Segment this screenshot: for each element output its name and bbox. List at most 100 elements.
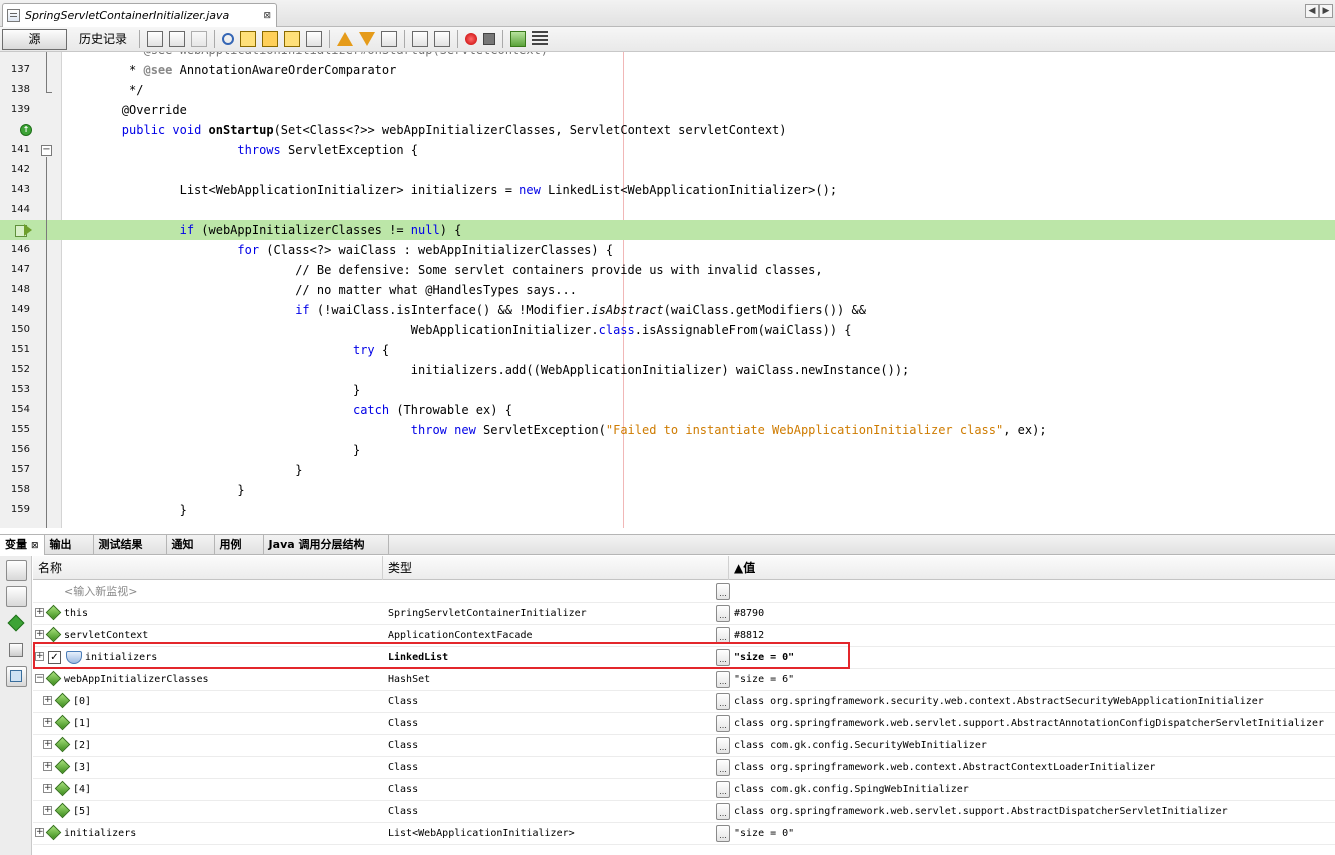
back-icon[interactable] — [169, 31, 185, 47]
history-button[interactable]: 历史记录 — [71, 29, 135, 50]
line-number: 158 — [10, 484, 30, 495]
variable-row[interactable]: + initializers List<WebApplicationInitia… — [33, 823, 1335, 845]
override-marker-icon[interactable]: ↑ — [20, 124, 32, 136]
tab-variables[interactable]: 变量 ⊠ — [0, 535, 45, 555]
evaluate-expression-icon[interactable] — [6, 640, 27, 661]
expand-icon[interactable]: + — [35, 652, 44, 661]
stop-macro-icon[interactable] — [483, 33, 495, 45]
variable-row[interactable]: + servletContext ApplicationContextFacad… — [33, 625, 1335, 647]
expand-icon[interactable]: + — [43, 762, 52, 771]
edit-value-button[interactable]: ... — [716, 671, 730, 688]
next-bookmark-icon[interactable] — [359, 32, 375, 46]
tab-output[interactable]: 输出 — [45, 535, 94, 555]
watch-row[interactable]: + ✓ initializers LinkedList ... "size = … — [33, 647, 1335, 669]
expand-icon[interactable]: + — [43, 784, 52, 793]
collapse-icon[interactable]: − — [35, 674, 44, 683]
show-values-icon[interactable] — [6, 666, 27, 687]
find-icon[interactable] — [222, 33, 234, 45]
show-inherited-icon[interactable] — [6, 586, 27, 607]
watch-checkbox[interactable]: ✓ — [48, 651, 61, 664]
edit-value-button[interactable]: ... — [716, 825, 730, 842]
close-tab-icon[interactable]: ⊠ — [31, 541, 39, 551]
fold-collapse-icon[interactable]: − — [41, 145, 52, 156]
scroll-tabs-right-icon[interactable]: ▶ — [1319, 4, 1333, 18]
edit-value-button[interactable]: ... — [716, 583, 730, 600]
variable-row[interactable]: + [3] Class ... class org.springframewor… — [33, 757, 1335, 779]
close-tab-icon[interactable]: ⊠ — [263, 11, 271, 21]
edit-value-button[interactable]: ... — [716, 803, 730, 820]
variable-row[interactable]: + [2] Class ... class com.gk.config.Secu… — [33, 735, 1335, 757]
tab-test-results[interactable]: 测试结果 — [94, 535, 167, 555]
variable-row[interactable]: − webAppInitializerClasses HashSet ... "… — [33, 669, 1335, 691]
expand-icon[interactable]: + — [35, 630, 44, 639]
variable-value[interactable]: #8790 — [734, 603, 764, 625]
record-macro-icon[interactable] — [465, 33, 477, 45]
expand-icon[interactable]: + — [35, 608, 44, 617]
shift-left-icon[interactable] — [412, 31, 428, 47]
new-watch-row[interactable]: <输入新监视> ... — [33, 581, 1335, 603]
variable-value[interactable]: "size = 0" — [734, 647, 794, 669]
expand-icon[interactable]: + — [35, 828, 44, 837]
last-edit-icon[interactable] — [147, 31, 163, 47]
variable-value[interactable]: class com.gk.config.SecurityWebInitializ… — [734, 735, 987, 757]
uncomment-icon[interactable] — [532, 31, 548, 47]
variable-value[interactable]: class org.springframework.security.web.c… — [734, 691, 1264, 713]
code-text: } — [64, 383, 361, 397]
code-editor[interactable]: * @see WebApplicationInitializer#onStart… — [0, 52, 1335, 528]
field-icon — [45, 626, 62, 643]
column-header-value[interactable]: ▲值 — [729, 556, 1335, 580]
source-button[interactable]: 源 — [2, 28, 67, 50]
scroll-tabs-left-icon[interactable]: ◀ — [1305, 4, 1319, 18]
column-header-type[interactable]: 类型 — [383, 556, 729, 580]
line-number: 139 — [10, 104, 30, 115]
variable-value[interactable]: "size = 0" — [734, 823, 794, 845]
variable-row[interactable]: + [4] Class ... class com.gk.config.Spin… — [33, 779, 1335, 801]
expand-icon[interactable]: + — [43, 740, 52, 749]
expand-icon[interactable]: + — [43, 718, 52, 727]
edit-value-button[interactable]: ... — [716, 737, 730, 754]
variable-value[interactable]: class com.gk.config.SpingWebInitializer — [734, 779, 969, 801]
expand-icon[interactable]: + — [43, 806, 52, 815]
variable-row[interactable]: + [1] Class ... class org.springframewor… — [33, 713, 1335, 735]
variable-row[interactable]: + this SpringServletContainerInitializer… — [33, 603, 1335, 625]
new-watch-icon[interactable] — [6, 613, 27, 634]
variable-row[interactable]: + [5] Class ... class org.springframewor… — [33, 801, 1335, 823]
file-tab[interactable]: SpringServletContainerInitializer.java ⊠ — [2, 3, 277, 27]
edit-value-button[interactable]: ... — [716, 715, 730, 732]
edit-value-button[interactable]: ... — [716, 649, 730, 666]
variable-value[interactable]: class org.springframework.web.context.Ab… — [734, 757, 1155, 779]
edit-value-button[interactable]: ... — [716, 605, 730, 622]
variable-row[interactable]: + [0] Class ... class org.springframewor… — [33, 691, 1335, 713]
edit-value-button[interactable]: ... — [716, 627, 730, 644]
expand-icon[interactable]: + — [43, 696, 52, 705]
variable-value[interactable]: class org.springframework.web.servlet.su… — [734, 713, 1324, 735]
show-static-icon[interactable] — [6, 560, 27, 581]
find-previous-icon[interactable] — [240, 31, 256, 47]
variable-value[interactable]: class org.springframework.web.servlet.su… — [734, 801, 1228, 823]
code-line: 149 if (!waiClass.isInterface() && !Modi… — [0, 300, 1335, 320]
toggle-highlight-icon[interactable] — [306, 31, 322, 47]
code-line: 148 // no matter what @HandlesTypes says… — [0, 280, 1335, 300]
edit-value-button[interactable]: ... — [716, 781, 730, 798]
comment-icon[interactable] — [510, 31, 526, 47]
new-watch-placeholder[interactable]: <输入新监视> — [64, 581, 137, 603]
find-selection-icon[interactable] — [284, 31, 300, 47]
prev-bookmark-icon[interactable] — [337, 32, 353, 46]
code-line: 138 */ — [0, 80, 1335, 100]
shift-right-icon[interactable] — [434, 31, 450, 47]
variable-value[interactable]: #8812 — [734, 625, 764, 647]
toolbar-separator — [502, 30, 503, 48]
edit-value-button[interactable]: ... — [716, 759, 730, 776]
tab-notifications[interactable]: 通知 — [167, 535, 215, 555]
line-number: 151 — [10, 344, 30, 355]
find-next-icon[interactable] — [262, 31, 278, 47]
line-number: 154 — [10, 404, 30, 415]
toggle-bookmark-icon[interactable] — [381, 31, 397, 47]
code-line: 143 List<WebApplicationInitializer> init… — [0, 180, 1335, 200]
column-header-name[interactable]: 名称 — [33, 556, 383, 580]
variable-value[interactable]: "size = 6" — [734, 669, 794, 691]
tab-java-call-hierarchy[interactable]: Java 调用分层结构 — [264, 535, 389, 555]
forward-icon[interactable] — [191, 31, 207, 47]
tab-usages[interactable]: 用例 — [215, 535, 264, 555]
edit-value-button[interactable]: ... — [716, 693, 730, 710]
